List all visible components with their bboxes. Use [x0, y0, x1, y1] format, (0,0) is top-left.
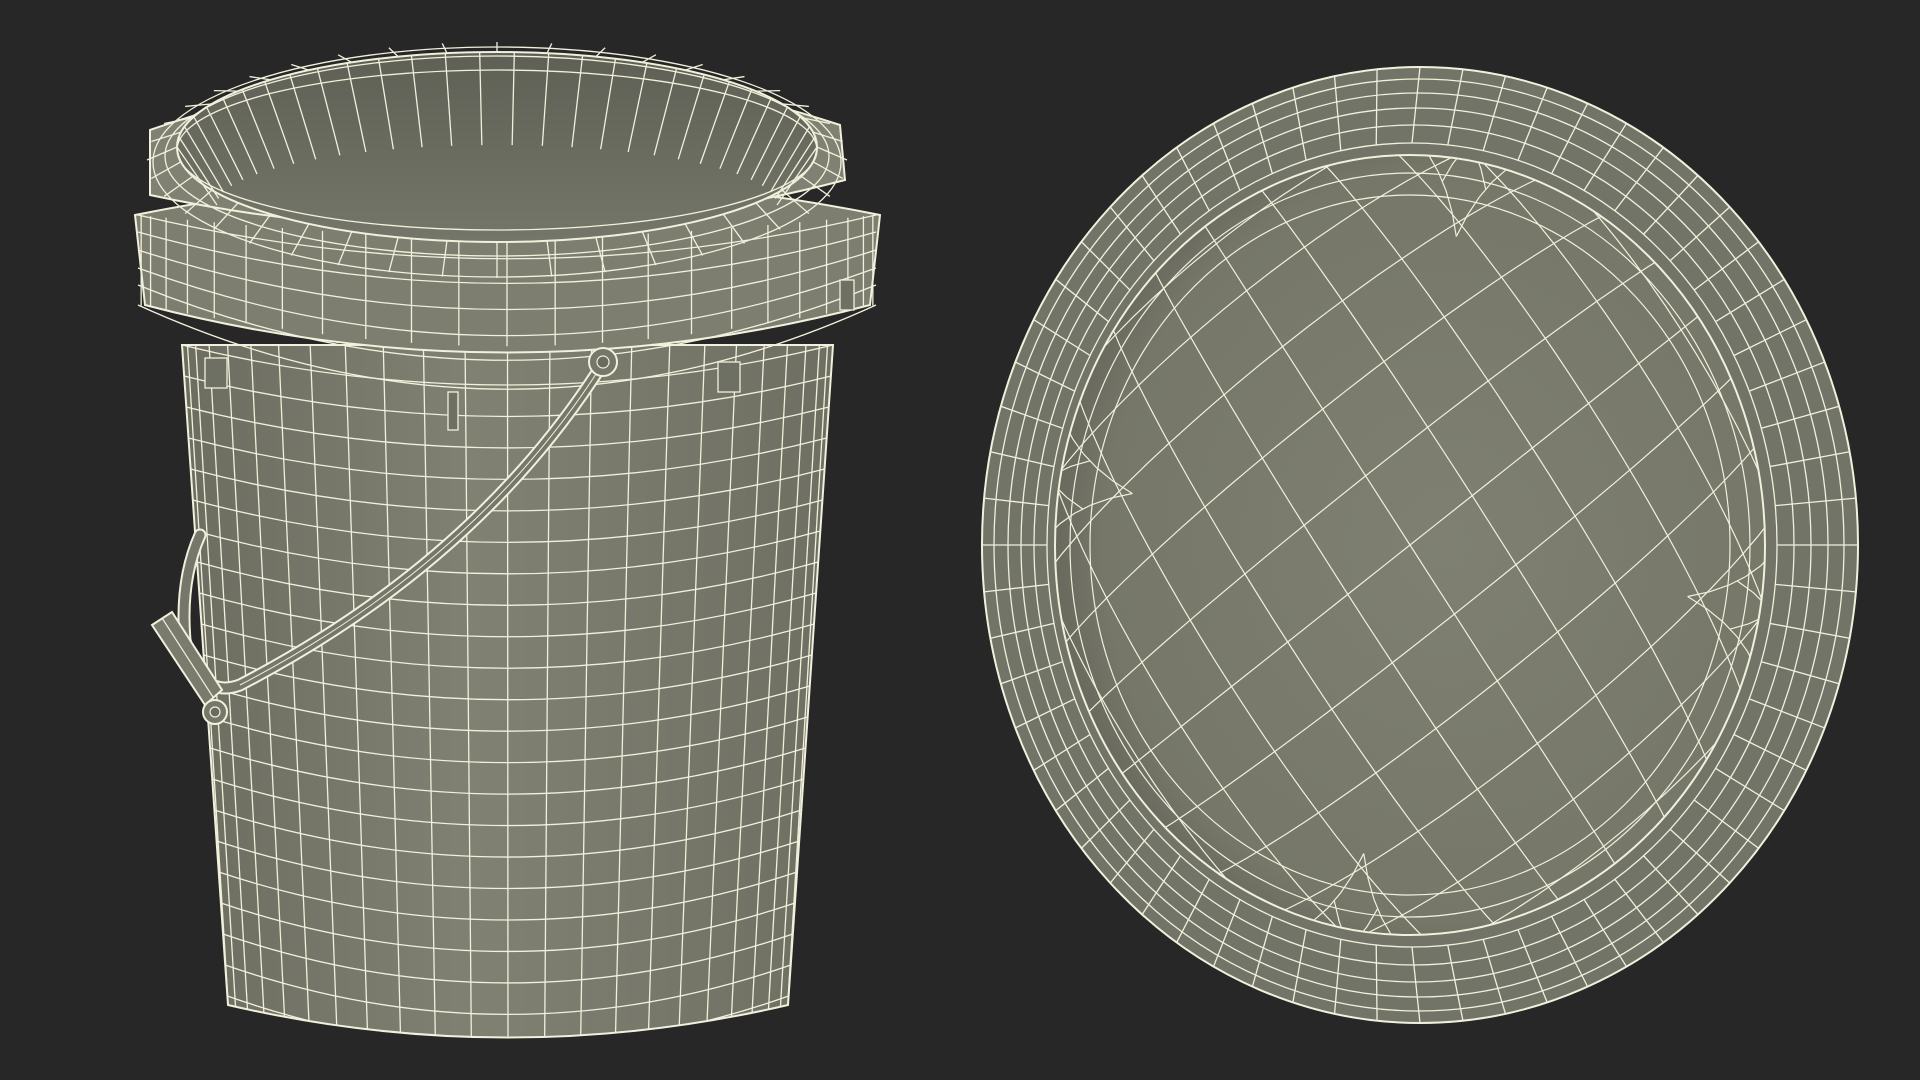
wire-line — [1375, 945, 1378, 1021]
wire-line — [249, 75, 271, 81]
render-scene — [133, 42, 1859, 1039]
paint-bucket — [133, 42, 882, 1039]
bucket-lid — [981, 66, 1859, 1024]
wire-line — [506, 345, 509, 1038]
wire-line — [755, 89, 781, 92]
bucket-opening — [176, 51, 818, 243]
wire-line — [1375, 69, 1378, 145]
wire-line — [213, 89, 239, 92]
wire-line — [723, 75, 745, 81]
viewport — [0, 0, 1920, 1080]
